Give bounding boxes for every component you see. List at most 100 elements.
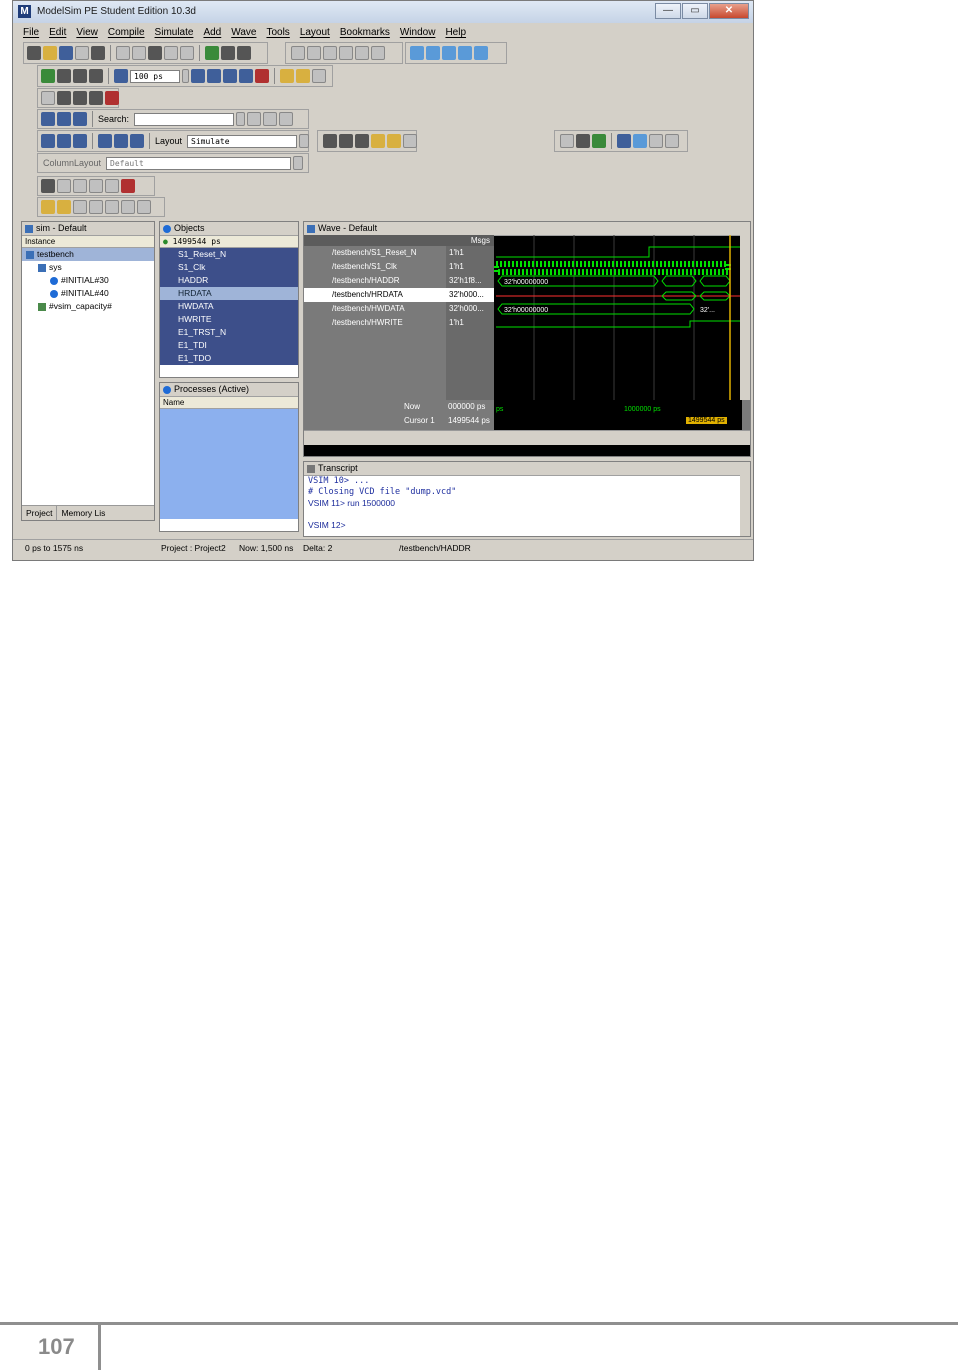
layout-select[interactable]: Simulate bbox=[187, 134, 298, 148]
run-length-spinner[interactable] bbox=[182, 69, 189, 83]
transcript-text[interactable]: VSIM 10> ... # Closing VCD file "dump.vc… bbox=[304, 476, 750, 531]
signal-row[interactable]: /testbench/HWRITE bbox=[304, 316, 454, 330]
redo-icon[interactable] bbox=[180, 46, 194, 60]
minimize-button[interactable]: — bbox=[655, 3, 681, 19]
add-dataflow-icon[interactable] bbox=[458, 46, 472, 60]
schematic-icon[interactable] bbox=[57, 91, 71, 105]
add-list-icon[interactable] bbox=[426, 46, 440, 60]
name-column-header[interactable]: Name bbox=[160, 397, 298, 409]
insert-cursor-icon[interactable] bbox=[560, 134, 574, 148]
hier-up-icon[interactable] bbox=[98, 134, 112, 148]
break-icon[interactable] bbox=[239, 69, 253, 83]
search-options-icon[interactable] bbox=[279, 112, 294, 126]
up-icon[interactable] bbox=[57, 69, 71, 83]
compare-last-icon[interactable] bbox=[121, 200, 135, 214]
step-icon[interactable] bbox=[280, 69, 294, 83]
wave-horizontal-scrollbar[interactable] bbox=[304, 430, 750, 445]
stop-icon[interactable] bbox=[255, 69, 269, 83]
new-file-icon[interactable] bbox=[27, 46, 41, 60]
tab-project[interactable]: Project bbox=[22, 506, 58, 520]
pan-mode-icon[interactable] bbox=[73, 179, 87, 193]
tree-item-initial-40[interactable]: #INITIAL#40 bbox=[22, 287, 154, 300]
column-layout-select[interactable]: Default bbox=[106, 156, 292, 170]
search-dropdown-icon[interactable] bbox=[236, 112, 246, 126]
compare-prev-icon[interactable] bbox=[73, 200, 87, 214]
save-icon[interactable] bbox=[59, 46, 73, 60]
layout-dropdown-icon[interactable] bbox=[299, 134, 310, 148]
signal-row[interactable]: /testbench/HWDATA bbox=[304, 302, 454, 316]
step-forward-icon[interactable] bbox=[73, 112, 87, 126]
search-input[interactable] bbox=[134, 112, 235, 126]
menu-view[interactable]: View bbox=[76, 25, 98, 41]
delete-cursor-icon[interactable] bbox=[576, 134, 590, 148]
zoom-out-icon[interactable] bbox=[339, 134, 353, 148]
signal-row-selected[interactable]: /testbench/HRDATA bbox=[304, 288, 454, 302]
break-icon[interactable] bbox=[371, 46, 385, 60]
transcript-scrollbar[interactable] bbox=[740, 475, 750, 536]
watch-icon[interactable] bbox=[89, 91, 103, 105]
object-item[interactable]: S1_Reset_N bbox=[160, 248, 298, 261]
tab-memory-list[interactable]: Memory Lis bbox=[57, 506, 109, 520]
cursor-time-tag[interactable]: 1499544 ps bbox=[686, 417, 727, 424]
back-icon[interactable] bbox=[73, 69, 87, 83]
menu-bookmarks[interactable]: Bookmarks bbox=[340, 25, 390, 41]
step-back-icon[interactable] bbox=[57, 112, 71, 126]
menu-layout[interactable]: Layout bbox=[300, 25, 330, 41]
zoom-in-icon[interactable] bbox=[323, 134, 337, 148]
print-icon[interactable] bbox=[91, 46, 105, 60]
down-scope-icon[interactable] bbox=[57, 134, 71, 148]
menu-compile[interactable]: Compile bbox=[108, 25, 145, 41]
wave-vertical-scrollbar[interactable] bbox=[740, 235, 750, 400]
signal-row[interactable]: /testbench/S1_Reset_N bbox=[304, 246, 454, 260]
zoom-last-icon[interactable] bbox=[403, 134, 417, 148]
tree-item-testbench[interactable]: testbench bbox=[22, 248, 154, 261]
instance-column-header[interactable]: Instance bbox=[22, 236, 154, 248]
clear-icon[interactable] bbox=[105, 91, 119, 105]
compile-order-icon[interactable] bbox=[339, 46, 353, 60]
compile-out-of-date-icon[interactable] bbox=[323, 46, 337, 60]
object-item-selected[interactable]: HRDATA bbox=[160, 287, 298, 300]
add-wave-icon[interactable] bbox=[410, 46, 424, 60]
object-item[interactable]: E1_TDO bbox=[160, 352, 298, 365]
add-memory-icon[interactable] bbox=[474, 46, 488, 60]
object-item[interactable]: S1_Clk bbox=[160, 261, 298, 274]
measure-mode-icon[interactable] bbox=[105, 179, 119, 193]
menu-edit[interactable]: Edit bbox=[49, 25, 66, 41]
zoom-mode-icon[interactable] bbox=[57, 179, 71, 193]
zoom-cursor-icon[interactable] bbox=[371, 134, 385, 148]
edge-fall-icon[interactable] bbox=[665, 134, 679, 148]
find-prev-icon[interactable] bbox=[263, 112, 278, 126]
compare-next-icon[interactable] bbox=[89, 200, 103, 214]
compile-selected-icon[interactable] bbox=[307, 46, 321, 60]
run-all-icon[interactable] bbox=[223, 69, 237, 83]
tree-item-vsim-capacity[interactable]: #vsim_capacity# bbox=[22, 300, 154, 313]
open-folder-icon[interactable] bbox=[43, 46, 57, 60]
column-layout-dropdown-icon[interactable] bbox=[293, 156, 304, 170]
menu-window[interactable]: Window bbox=[400, 25, 436, 41]
compile-all-icon[interactable] bbox=[291, 46, 305, 60]
tree-item-initial-30[interactable]: #INITIAL#30 bbox=[22, 274, 154, 287]
hier-icon[interactable] bbox=[130, 134, 144, 148]
object-item[interactable]: HWRITE bbox=[160, 313, 298, 326]
step-over-icon[interactable] bbox=[296, 69, 310, 83]
continue-icon[interactable] bbox=[207, 69, 221, 83]
step-into-icon[interactable] bbox=[41, 112, 55, 126]
properties-icon[interactable] bbox=[237, 46, 251, 60]
object-item[interactable]: HWDATA bbox=[160, 300, 298, 313]
run-length-icon[interactable] bbox=[114, 69, 128, 83]
hier-down-icon[interactable] bbox=[114, 134, 128, 148]
scope-icon[interactable] bbox=[73, 134, 87, 148]
restart-icon[interactable] bbox=[41, 69, 55, 83]
select-mode-icon[interactable] bbox=[41, 179, 55, 193]
forward-icon[interactable] bbox=[89, 69, 103, 83]
edge-next-icon[interactable] bbox=[633, 134, 647, 148]
transcript-prompt[interactable]: VSIM 12> bbox=[308, 520, 750, 531]
zoom-full-icon[interactable] bbox=[355, 134, 369, 148]
compare-end-icon[interactable] bbox=[57, 200, 71, 214]
up-scope-icon[interactable] bbox=[41, 134, 55, 148]
menu-tools[interactable]: Tools bbox=[266, 25, 289, 41]
add-log-icon[interactable] bbox=[442, 46, 456, 60]
reload-icon[interactable] bbox=[75, 46, 89, 60]
cut-icon[interactable] bbox=[116, 46, 130, 60]
menu-help[interactable]: Help bbox=[445, 25, 466, 41]
